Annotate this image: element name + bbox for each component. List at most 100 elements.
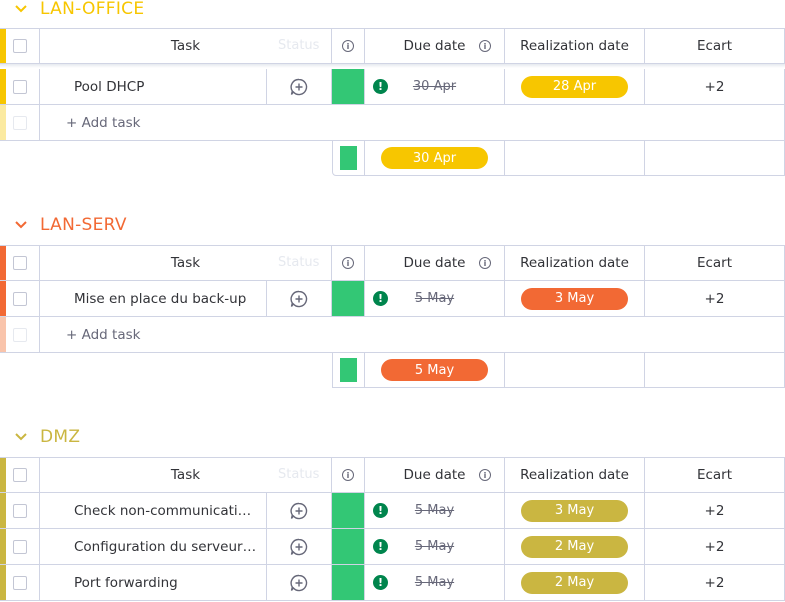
row-checkbox[interactable]	[12, 79, 27, 94]
row-checkbox[interactable]	[12, 291, 27, 306]
status-cell[interactable]	[332, 281, 365, 317]
task-header-label: Task	[170, 255, 201, 271]
add-update-cell[interactable]	[267, 565, 332, 601]
task-name-cell[interactable]: Mise en place du back-up	[40, 281, 267, 317]
task-name-cell[interactable]: Pool DHCP	[40, 69, 267, 105]
due-date-cell[interactable]: ! 5 May	[365, 565, 505, 601]
realization-date-cell[interactable]: 3 May	[505, 493, 645, 529]
header-shadow	[0, 64, 785, 68]
due-summary-pill: 5 May	[381, 359, 488, 381]
add-task-label: + Add task	[66, 114, 141, 131]
ecart-column-header[interactable]: Ecart	[645, 457, 785, 493]
add-update-cell[interactable]	[267, 493, 332, 529]
add-task-input[interactable]: + Add task	[40, 317, 785, 353]
ecart-cell[interactable]: +2	[645, 529, 785, 565]
task-name-cell[interactable]: Check non-communication…	[40, 493, 267, 529]
table-row[interactable]: Port forwarding ! 5 May 2 May +2	[0, 565, 785, 601]
info-icon[interactable]: i	[342, 257, 354, 269]
add-update-icon[interactable]	[289, 573, 309, 593]
realization-column-header[interactable]: Realization date	[505, 28, 645, 64]
ecart-cell[interactable]: +2	[645, 565, 785, 601]
row-checkbox[interactable]	[12, 575, 27, 590]
add-update-icon[interactable]	[289, 77, 309, 97]
overdue-warning-icon: !	[373, 575, 388, 590]
ecart-cell[interactable]: +2	[645, 281, 785, 317]
add-task-label: + Add task	[66, 326, 141, 343]
chevron-down-icon[interactable]	[14, 430, 28, 444]
add-update-cell[interactable]	[267, 281, 332, 317]
table-row[interactable]: Pool DHCP ! 30 Apr 28 Apr +2	[0, 69, 785, 105]
due-column-header[interactable]: Due date i	[365, 28, 505, 64]
task-name: Port forwarding	[74, 574, 178, 591]
row-checkbox[interactable]	[12, 503, 27, 518]
status-cell[interactable]	[332, 529, 365, 565]
table-row[interactable]: Mise en place du back-up ! 5 May 3 May +…	[0, 281, 785, 317]
chevron-down-icon[interactable]	[14, 2, 28, 16]
add-task-input[interactable]: + Add task	[40, 105, 785, 141]
add-task-row[interactable]: + Add task	[0, 105, 785, 141]
realization-header-label: Realization date	[520, 255, 629, 271]
select-all-checkbox[interactable]	[12, 256, 27, 270]
status-info-cell: i	[332, 28, 365, 64]
chevron-down-icon[interactable]	[14, 218, 28, 232]
row-checkbox	[12, 327, 27, 342]
due-date-value: 5 May	[414, 539, 455, 554]
due-column-header[interactable]: Due date i	[365, 245, 505, 281]
group-title[interactable]: DMZ	[40, 427, 80, 447]
info-icon[interactable]: i	[479, 469, 491, 481]
status-summary-bar	[340, 358, 357, 382]
due-date-cell[interactable]: ! 5 May	[365, 493, 505, 529]
due-date-cell[interactable]: ! 30 Apr	[365, 69, 505, 105]
realization-date-cell[interactable]: 2 May	[505, 529, 645, 565]
due-header-label: Due date	[403, 38, 466, 54]
add-update-icon[interactable]	[289, 537, 309, 557]
row-select-cell	[0, 69, 40, 105]
table-row[interactable]: Configuration du serveur … ! 5 May 2 May…	[0, 529, 785, 565]
ecart-column-header[interactable]: Ecart	[645, 245, 785, 281]
status-summary-cell	[332, 140, 365, 176]
add-update-icon[interactable]	[289, 289, 309, 309]
select-all-checkbox[interactable]	[12, 39, 27, 53]
row-select-cell	[0, 565, 40, 601]
table-header: Task Status i Due date i Realization dat…	[0, 245, 785, 281]
select-all-checkbox[interactable]	[12, 468, 27, 482]
realization-summary-cell	[505, 140, 645, 176]
ecart-cell[interactable]: +2	[645, 493, 785, 529]
status-cell[interactable]	[332, 493, 365, 529]
realization-date-cell[interactable]: 2 May	[505, 565, 645, 601]
info-icon[interactable]: i	[342, 469, 354, 481]
ecart-cell[interactable]: +2	[645, 69, 785, 105]
ecart-summary-cell	[645, 140, 785, 176]
due-column-header[interactable]: Due date i	[365, 457, 505, 493]
task-name: Mise en place du back-up	[74, 290, 247, 307]
realization-date-pill: 3 May	[521, 287, 628, 310]
info-icon[interactable]: i	[479, 257, 491, 269]
group-title[interactable]: LAN-SERV	[40, 215, 127, 235]
summary-row: 30 Apr	[0, 140, 785, 176]
group-title[interactable]: LAN-OFFICE	[40, 0, 144, 19]
realization-column-header[interactable]: Realization date	[505, 245, 645, 281]
due-date-cell[interactable]: ! 5 May	[365, 281, 505, 317]
add-update-icon[interactable]	[289, 501, 309, 521]
task-name-cell[interactable]: Configuration du serveur …	[40, 529, 267, 565]
ecart-column-header[interactable]: Ecart	[645, 28, 785, 64]
status-header-label: Status	[278, 38, 320, 53]
group-header: LAN-SERV	[14, 213, 127, 237]
info-icon[interactable]: i	[479, 40, 491, 52]
add-task-row[interactable]: + Add task	[0, 317, 785, 353]
status-cell[interactable]	[332, 69, 365, 105]
ecart-value: +2	[704, 538, 725, 555]
due-summary-cell: 30 Apr	[365, 140, 505, 176]
realization-date-cell[interactable]: 3 May	[505, 281, 645, 317]
add-update-cell[interactable]	[267, 69, 332, 105]
row-checkbox[interactable]	[12, 539, 27, 554]
realization-column-header[interactable]: Realization date	[505, 457, 645, 493]
task-name: Pool DHCP	[74, 78, 145, 95]
table-row[interactable]: Check non-communication… ! 5 May 3 May +…	[0, 493, 785, 529]
task-name-cell[interactable]: Port forwarding	[40, 565, 267, 601]
due-date-cell[interactable]: ! 5 May	[365, 529, 505, 565]
realization-date-cell[interactable]: 28 Apr	[505, 69, 645, 105]
info-icon[interactable]: i	[342, 40, 354, 52]
add-update-cell[interactable]	[267, 529, 332, 565]
status-cell[interactable]	[332, 565, 365, 601]
